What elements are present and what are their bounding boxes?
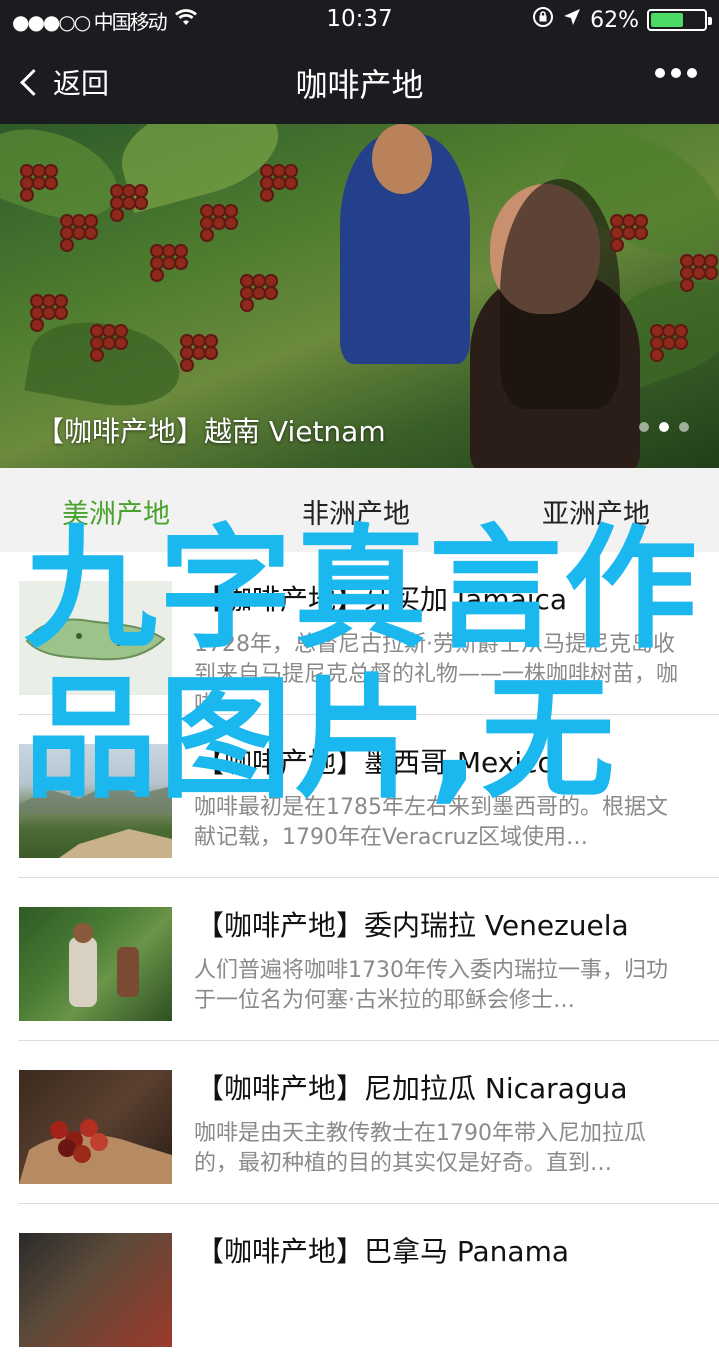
page-dot-active[interactable] — [659, 422, 669, 432]
more-options-icon[interactable] — [655, 68, 697, 78]
coffee-cherry — [90, 348, 104, 362]
coffee-cherry — [54, 306, 68, 320]
coffee-cherry — [224, 216, 238, 230]
page-dot[interactable] — [679, 422, 689, 432]
tab-asia[interactable]: 亚洲产地 — [542, 492, 650, 531]
item-description: 咖啡是由天主教传教士在1790年带入尼加拉瓜的，最初种植的目的其实仅是好奇。直到… — [194, 1121, 646, 1176]
coffee-cherry — [610, 238, 624, 252]
coffee-cherry — [150, 268, 164, 282]
item-title: 【咖啡产地】委内瑞拉 Venezuela — [196, 909, 629, 942]
coffee-cherry — [264, 286, 278, 300]
rotation-lock-icon — [532, 6, 554, 34]
coffee-cherry — [704, 266, 718, 280]
top-bar: ●●●○○ 中国移动 10:37 62% 返回 咖啡产地 — [0, 0, 719, 124]
status-bar: ●●●○○ 中国移动 10:37 62% — [0, 0, 719, 40]
nicaragua-cherries-thumbnail — [19, 1070, 172, 1184]
list-item[interactable]: 【咖啡产地】墨西哥 Mexico 咖啡最初是在1785年左右来到墨西哥的。根据文… — [0, 715, 719, 878]
item-title: 【咖啡产地】巴拿马 Panama — [196, 1235, 570, 1268]
battery-percent: 62% — [590, 7, 639, 33]
coffee-cherry — [674, 336, 688, 350]
list-item[interactable]: 【咖啡产地】牙买加 Jamaica 1728年，总督尼古拉斯·劳斯爵士从马提尼克… — [0, 552, 719, 717]
navigation-bar: 返回 咖啡产地 — [0, 40, 719, 124]
item-title: 【咖啡产地】牙买加 Jamaica — [196, 583, 568, 616]
location-arrow-icon — [562, 7, 582, 33]
item-description: 1728年，总督尼古拉斯·劳斯爵士从马提尼克岛收到来自马提尼克总督的礼物——一株… — [194, 632, 679, 717]
coffee-cherry — [634, 226, 648, 240]
list-item[interactable]: 【咖啡产地】巴拿马 Panama — [0, 1204, 719, 1367]
coffee-cherry — [44, 176, 58, 190]
venezuela-farmer-thumbnail — [19, 907, 172, 1021]
banner-caption: 【咖啡产地】越南 Vietnam — [36, 415, 386, 448]
tab-americas[interactable]: 美洲产地 — [62, 492, 170, 531]
page-dot[interactable] — [639, 422, 649, 432]
coffee-cherry — [20, 188, 34, 202]
panama-thumbnail — [19, 1233, 172, 1347]
tab-africa[interactable]: 非洲产地 — [302, 492, 410, 531]
coffee-cherry — [200, 228, 214, 242]
coffee-cherry — [174, 256, 188, 270]
woman-hair — [500, 179, 620, 409]
coffee-cherry — [204, 346, 218, 360]
coffee-cherry — [134, 196, 148, 210]
list-item[interactable]: 【咖啡产地】尼加拉瓜 Nicaragua 咖啡是由天主教传教士在1790年带入尼… — [0, 1041, 719, 1204]
jamaica-map-thumbnail — [19, 581, 172, 695]
coffee-cherry — [84, 226, 98, 240]
coffee-cherry — [650, 348, 664, 362]
coffee-cherry — [114, 336, 128, 350]
battery-icon — [647, 9, 712, 31]
list-item[interactable]: 【咖啡产地】委内瑞拉 Venezuela 人们普遍将咖啡1730年传入委内瑞拉一… — [0, 878, 719, 1041]
item-title: 【咖啡产地】墨西哥 Mexico — [196, 746, 555, 779]
coffee-cherry — [180, 358, 194, 372]
hero-banner[interactable]: 【咖啡产地】越南 Vietnam — [0, 124, 719, 468]
mexico-landscape-thumbnail — [19, 744, 172, 858]
coffee-cherry — [60, 238, 74, 252]
item-description: 人们普遍将咖啡1730年传入委内瑞拉一事，归功于一位名为何塞·古米拉的耶稣会修士… — [194, 958, 668, 1013]
farmer-head — [372, 124, 432, 194]
item-title: 【咖啡产地】尼加拉瓜 Nicaragua — [196, 1072, 628, 1105]
coffee-cherry — [680, 278, 694, 292]
page-title: 咖啡产地 — [295, 66, 424, 104]
coffee-cherry — [240, 298, 254, 312]
battery-level-fill — [651, 13, 684, 27]
banner-pagination[interactable] — [639, 422, 689, 432]
coffee-cherry — [260, 188, 274, 202]
region-tabs: 美洲产地 非洲产地 亚洲产地 — [0, 468, 719, 552]
item-description: 咖啡最初是在1785年左右来到墨西哥的。根据文献记载，1790年在Veracru… — [194, 795, 668, 850]
coffee-cherry — [30, 318, 44, 332]
coffee-cherry — [284, 176, 298, 190]
coffee-cherry — [110, 208, 124, 222]
